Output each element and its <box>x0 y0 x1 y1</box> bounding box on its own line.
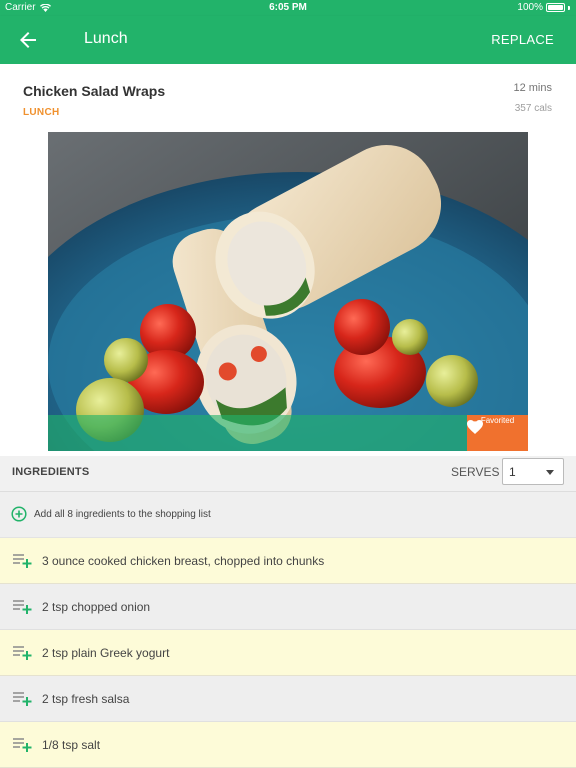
recipe-image <box>48 132 528 451</box>
battery-percent: 100% <box>517 2 543 13</box>
add-all-label: Add all 8 ingredients to the shopping li… <box>34 509 211 520</box>
recipe-category: LUNCH <box>23 107 60 118</box>
ingredient-text: 2 tsp fresh salsa <box>42 692 130 706</box>
ingredient-text: 1/8 tsp salt <box>42 738 101 752</box>
recipe-header: Chicken Salad Wraps LUNCH 12 mins 357 ca… <box>0 64 576 456</box>
page-title: Lunch <box>84 30 128 47</box>
chevron-down-icon <box>546 470 554 475</box>
serves-label: SERVES <box>451 465 500 479</box>
status-bar: Carrier 6:05 PM 100% <box>0 0 576 16</box>
add-all-to-shopping-list[interactable]: Add all 8 ingredients to the shopping li… <box>0 492 576 538</box>
battery-icon <box>546 3 565 12</box>
recipe-time: 12 mins <box>513 82 552 94</box>
ingredient-row[interactable]: 3 ounce cooked chicken breast, chopped i… <box>0 538 576 584</box>
serves-dropdown[interactable]: 1 <box>502 458 564 485</box>
favorite-button[interactable]: Favorited <box>467 415 528 451</box>
ingredient-text: 2 tsp chopped onion <box>42 600 151 614</box>
recipe-title: Chicken Salad Wraps <box>23 83 166 99</box>
serves-value: 1 <box>509 465 516 479</box>
heart-icon <box>467 420 483 434</box>
add-to-list-icon[interactable] <box>13 737 33 753</box>
add-to-list-icon[interactable] <box>13 553 33 569</box>
ingredient-row[interactable]: 1/8 tsp salt <box>0 722 576 768</box>
add-to-list-icon[interactable] <box>13 691 33 707</box>
photo-overlay-band <box>48 415 528 451</box>
ingredients-header: INGREDIENTS SERVES 1 <box>0 456 576 492</box>
status-time: 6:05 PM <box>269 2 307 13</box>
ingredient-text: 3 ounce cooked chicken breast, chopped i… <box>42 554 325 568</box>
add-to-list-icon[interactable] <box>13 599 33 615</box>
ingredient-row[interactable]: 2 tsp plain Greek yogurt <box>0 630 576 676</box>
add-to-list-icon[interactable] <box>13 645 33 661</box>
replace-button[interactable]: REPLACE <box>491 32 554 47</box>
ingredient-text: 2 tsp plain Greek yogurt <box>42 646 170 660</box>
recipe-photo: Favorited <box>48 132 528 451</box>
battery-indicator: 100% <box>517 2 570 13</box>
ingredient-row[interactable]: 2 tsp fresh salsa <box>0 676 576 722</box>
ingredient-row[interactable]: 2 tsp chopped onion <box>0 584 576 630</box>
ingredients-title: INGREDIENTS <box>12 466 90 478</box>
app-bar: Lunch REPLACE <box>0 16 576 64</box>
ingredient-list: 3 ounce cooked chicken breast, chopped i… <box>0 538 576 768</box>
recipe-calories: 357 cals <box>514 103 552 114</box>
back-arrow-icon[interactable] <box>16 28 40 52</box>
add-circle-icon <box>11 506 27 522</box>
